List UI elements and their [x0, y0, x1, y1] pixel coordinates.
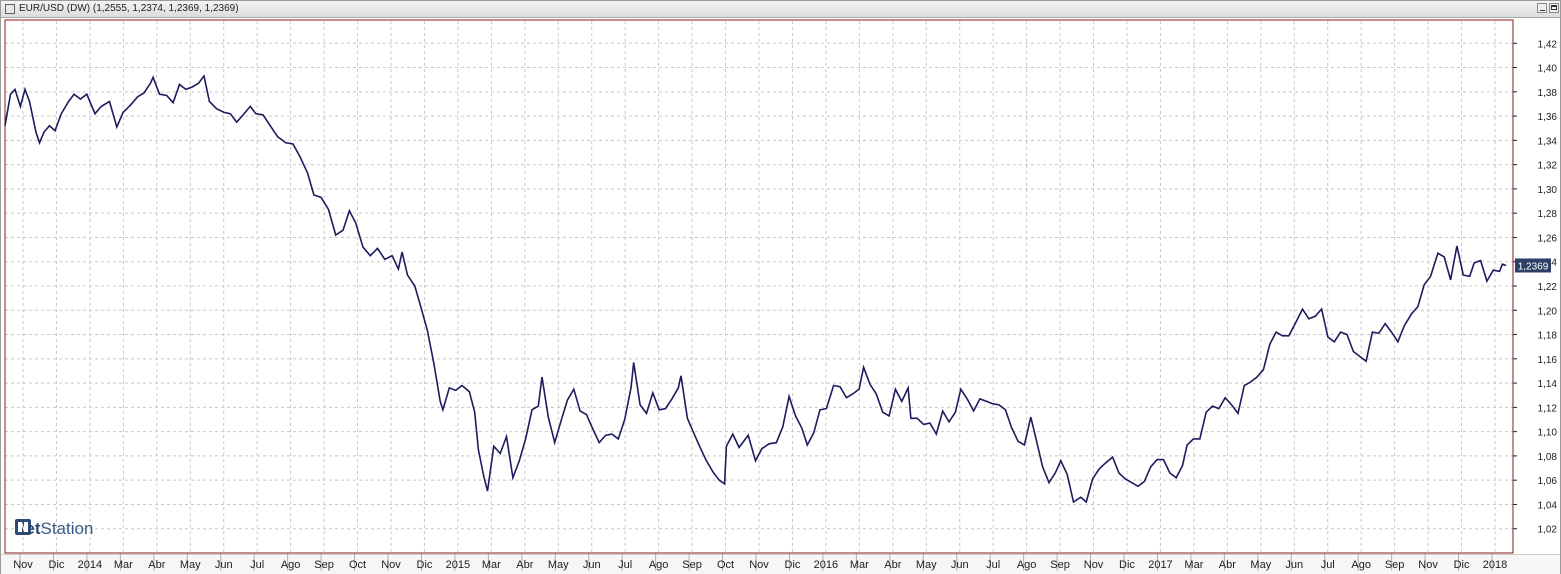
x-tick-label: 2018 — [1483, 559, 1507, 571]
last-price-tag: 1,2369 — [1515, 258, 1551, 273]
y-tick-label: 1,28 — [1538, 209, 1558, 220]
x-tick-label: Nov — [381, 559, 401, 571]
x-tick-label: May — [916, 559, 937, 571]
x-tick-label: Ago — [649, 559, 669, 571]
last-price-value: 1,2369 — [1518, 261, 1549, 272]
y-tick-label: 1,20 — [1538, 306, 1558, 317]
y-tick-label: 1,32 — [1538, 161, 1558, 172]
x-tick-label: 2016 — [814, 559, 838, 571]
chart-window: EUR/USD (DW) (1,2555, 1,2374, 1,2369, 1,… — [0, 0, 1561, 574]
y-axis-ticks: 1,02 1,04 1,06 1,08 1,10 1,12 1,14 1,16 1,18 1,20… — [1538, 39, 1558, 535]
y-tick-label: 1,04 — [1538, 500, 1558, 511]
y-tick-label: 1,16 — [1538, 355, 1558, 366]
x-tick-label: Abr — [1219, 559, 1236, 571]
y-tick-label: 1,14 — [1538, 379, 1558, 390]
x-tick-label: Dic — [785, 559, 801, 571]
y-tick-label: 1,06 — [1538, 476, 1558, 487]
x-tick-label: Ago — [1017, 559, 1037, 571]
x-tick-label: Sep — [682, 559, 702, 571]
x-tick-label: Nov — [1418, 559, 1438, 571]
x-tick-label: Dic — [417, 559, 433, 571]
x-tick-label: May — [548, 559, 569, 571]
x-tick-label: Mar — [114, 559, 133, 571]
x-tick-label: Jul — [986, 559, 1000, 571]
price-chart[interactable]: 1,02 1,04 1,06 1,08 1,10 1,12 1,14 1,16 1,18 1,20… — [1, 1, 1560, 573]
x-tick-label: Jun — [1285, 559, 1303, 571]
x-tick-label: Abr — [516, 559, 533, 571]
x-tick-label: May — [1250, 559, 1271, 571]
x-tick-label: Dic — [1119, 559, 1135, 571]
y-tick-label: 1,42 — [1538, 39, 1558, 50]
x-tick-label: Sep — [1385, 559, 1405, 571]
x-tick-label: Jun — [583, 559, 601, 571]
x-tick-label: 2014 — [78, 559, 102, 571]
x-tick-label: Mar — [1184, 559, 1203, 571]
x-tick-label: Jun — [951, 559, 969, 571]
y-tick-label: 1,10 — [1538, 428, 1558, 439]
x-tick-label: Dic — [49, 559, 65, 571]
y-tick-label: 1,22 — [1538, 282, 1558, 293]
x-tick-label: Sep — [1050, 559, 1070, 571]
x-tick-label: 2017 — [1148, 559, 1172, 571]
x-tick-label: Ago — [281, 559, 301, 571]
x-tick-label: Jun — [215, 559, 233, 571]
x-tick-label: Mar — [850, 559, 869, 571]
x-tick-label: Ago — [1351, 559, 1371, 571]
grid-lines — [5, 21, 1513, 553]
x-tick-label: Jul — [1321, 559, 1335, 571]
y-tick-label: 1,02 — [1538, 525, 1558, 536]
y-tick-label: 1,18 — [1538, 331, 1558, 342]
x-axis-ticks: Nov Dic 2014 Mar Abr May Jun Jul Ago Sep Oct Nov Dic… — [13, 559, 1507, 571]
x-tick-label: Oct — [349, 559, 366, 571]
x-tick-label: 2015 — [446, 559, 470, 571]
x-tick-label: Dic — [1454, 559, 1470, 571]
x-tick-label: Sep — [314, 559, 334, 571]
x-tick-label: Nov — [1084, 559, 1104, 571]
x-tick-label: Jul — [250, 559, 264, 571]
x-tick-label: Nov — [749, 559, 769, 571]
x-tick-label: May — [180, 559, 201, 571]
y-tick-label: 1,38 — [1538, 88, 1558, 99]
y-tick-label: 1,12 — [1538, 403, 1558, 414]
netstation-logo: netStation — [15, 519, 93, 541]
x-tick-label: Nov — [13, 559, 33, 571]
logo-text-station: Station — [40, 519, 94, 538]
y-tick-label: 1,34 — [1538, 136, 1558, 147]
y-tick-label: 1,36 — [1538, 112, 1558, 123]
y-tick-label: 1,30 — [1538, 185, 1558, 196]
x-tick-label: Jul — [618, 559, 632, 571]
x-tick-label: Abr — [884, 559, 901, 571]
netstation-logo-icon — [15, 519, 31, 535]
x-tick-label: Abr — [148, 559, 165, 571]
y-tick-label: 1,40 — [1538, 64, 1558, 75]
x-tick-label: Oct — [717, 559, 734, 571]
y-tick-label: 1,26 — [1538, 233, 1558, 244]
plot-frame — [4, 19, 1517, 571]
y-tick-label: 1,08 — [1538, 452, 1558, 463]
x-tick-label: Mar — [482, 559, 501, 571]
